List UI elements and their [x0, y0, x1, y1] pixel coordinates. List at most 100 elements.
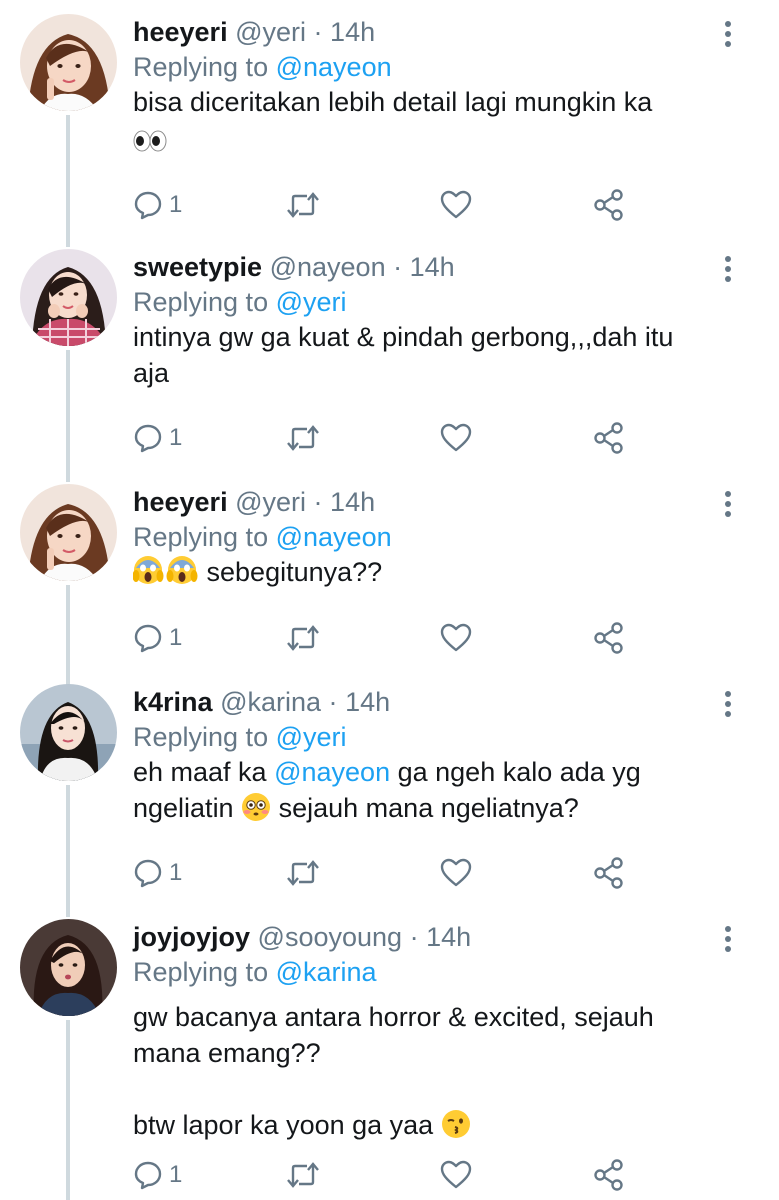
share-button[interactable]	[593, 853, 625, 893]
tweet-text-line: bisa diceritakan lebih detail lagi mungk…	[133, 87, 653, 117]
avatar-photo	[20, 919, 117, 1016]
retweet-icon	[287, 625, 319, 651]
tweet[interactable]: heeyeri @yeri · 14h Replying to @nayeon	[0, 470, 779, 670]
tweet-text-segment: sejauh mana ngeliatnya?	[278, 793, 579, 823]
display-name[interactable]: joyjoyjoy	[133, 922, 250, 952]
like-button[interactable]	[440, 853, 472, 893]
separator-dot: ·	[313, 17, 323, 47]
user-handle[interactable]: @sooyoung	[258, 922, 403, 952]
share-button[interactable]	[593, 1155, 625, 1195]
kissing-face-emoji	[441, 1109, 471, 1148]
replying-to-label: Replying to	[133, 52, 269, 82]
user-handle[interactable]: @yeri	[235, 17, 306, 47]
avatar[interactable]	[20, 249, 117, 346]
tweet-text-line: aja	[133, 358, 170, 388]
more-options-icon[interactable]	[716, 690, 740, 718]
replying-to-mention[interactable]: @yeri	[276, 722, 347, 752]
timestamp[interactable]: 14h	[345, 687, 390, 717]
reply-icon	[134, 624, 162, 653]
display-name[interactable]: k4rina	[133, 687, 213, 717]
reply-button[interactable]: 1	[133, 853, 182, 893]
timestamp[interactable]: 14h	[330, 487, 375, 517]
retweet-button[interactable]	[285, 1155, 321, 1195]
more-options-icon[interactable]	[716, 925, 740, 953]
share-button[interactable]	[593, 185, 625, 225]
avatar[interactable]	[20, 919, 117, 1016]
like-button[interactable]	[440, 185, 472, 225]
avatar-photo	[20, 684, 117, 781]
timestamp[interactable]: 14h	[426, 922, 471, 952]
timestamp[interactable]: 14h	[330, 17, 375, 47]
tweet-text: sebegitunya??	[132, 554, 733, 595]
share-button[interactable]	[593, 618, 625, 658]
tweet-text-line: gw bacanya antara horror & excited, seja…	[133, 1002, 654, 1032]
avatar[interactable]	[20, 14, 117, 111]
avatar-photo	[20, 14, 117, 111]
reply-count: 1	[169, 424, 183, 451]
tweet[interactable]: k4rina @karina · 14h Replying to @yeri e…	[0, 670, 779, 904]
avatar[interactable]	[20, 684, 117, 781]
separator-dot: ·	[313, 487, 323, 517]
heart-icon	[440, 423, 472, 452]
user-handle[interactable]: @nayeon	[270, 252, 386, 282]
replying-to-mention[interactable]: @yeri	[276, 287, 347, 317]
user-handle[interactable]: @karina	[220, 687, 321, 717]
inline-mention[interactable]: @nayeon	[274, 757, 390, 787]
heart-icon	[440, 1160, 472, 1189]
replying-to: Replying to @yeri	[133, 719, 347, 755]
more-options-icon[interactable]	[716, 20, 740, 48]
retweet-icon	[287, 860, 319, 886]
tweet-text-line: intinya gw ga kuat & pindah gerbong,,,da…	[133, 322, 674, 352]
reply-icon	[134, 424, 162, 453]
avatar-photo	[20, 249, 117, 346]
replying-to: Replying to @nayeon	[133, 49, 392, 85]
reply-icon	[134, 1161, 162, 1190]
tweet-header: sweetypie @nayeon · 14h	[133, 249, 455, 285]
replying-to-label: Replying to	[133, 287, 269, 317]
tweet-actions: 1	[133, 185, 653, 225]
like-button[interactable]	[440, 618, 472, 658]
user-handle[interactable]: @yeri	[235, 487, 306, 517]
heart-icon	[440, 623, 472, 652]
share-icon	[594, 422, 623, 454]
reply-button[interactable]: 1	[133, 618, 182, 658]
display-name[interactable]: heeyeri	[133, 487, 228, 517]
share-icon	[594, 1159, 623, 1191]
share-button[interactable]	[593, 418, 625, 458]
reply-button[interactable]: 1	[133, 1155, 182, 1195]
tweet[interactable]: heeyeri @yeri · 14h Replying to @nayeon …	[0, 0, 779, 234]
tweet-text: bisa diceritakan lebih detail lagi mungk…	[133, 84, 733, 161]
replying-to-mention[interactable]: @karina	[276, 957, 377, 987]
like-button[interactable]	[440, 418, 472, 458]
reply-button[interactable]: 1	[133, 418, 182, 458]
tweet[interactable]: joyjoyjoy @sooyoung · 14h Replying to @k…	[0, 905, 779, 1200]
reply-button[interactable]: 1	[133, 185, 182, 225]
replying-to-mention[interactable]: @nayeon	[276, 522, 392, 552]
more-options-icon[interactable]	[716, 255, 740, 283]
tweet-text: eh maaf ka @nayeon ga ngeh kalo ada yg n…	[133, 754, 733, 831]
avatar[interactable]	[20, 484, 117, 581]
timestamp[interactable]: 14h	[410, 252, 455, 282]
face-screaming-in-fear-emoji	[132, 554, 199, 595]
retweet-icon	[287, 192, 319, 218]
share-icon	[594, 857, 623, 889]
replying-to-mention[interactable]: @nayeon	[276, 52, 392, 82]
tweet-actions: 1	[133, 1155, 653, 1195]
separator-dot: ·	[393, 252, 403, 282]
retweet-button[interactable]	[285, 185, 321, 225]
retweet-button[interactable]	[285, 418, 321, 458]
retweet-button[interactable]	[285, 618, 321, 658]
tweet-text-line: btw lapor ka yoon ga yaa	[133, 1110, 434, 1140]
tweet-actions: 1	[133, 618, 653, 658]
tweet-text: intinya gw ga kuat & pindah gerbong,,,da…	[133, 319, 733, 391]
separator-dot: ·	[328, 687, 338, 717]
display-name[interactable]: sweetypie	[133, 252, 262, 282]
tweet-header: k4rina @karina · 14h	[133, 684, 390, 720]
replying-to: Replying to @karina	[133, 954, 377, 990]
more-options-icon[interactable]	[716, 490, 740, 518]
tweet-header: joyjoyjoy @sooyoung · 14h	[133, 919, 471, 955]
tweet[interactable]: sweetypie @nayeon · 14h Replying to @yer…	[0, 235, 779, 469]
like-button[interactable]	[440, 1155, 472, 1195]
retweet-button[interactable]	[285, 853, 321, 893]
display-name[interactable]: heeyeri	[133, 17, 228, 47]
